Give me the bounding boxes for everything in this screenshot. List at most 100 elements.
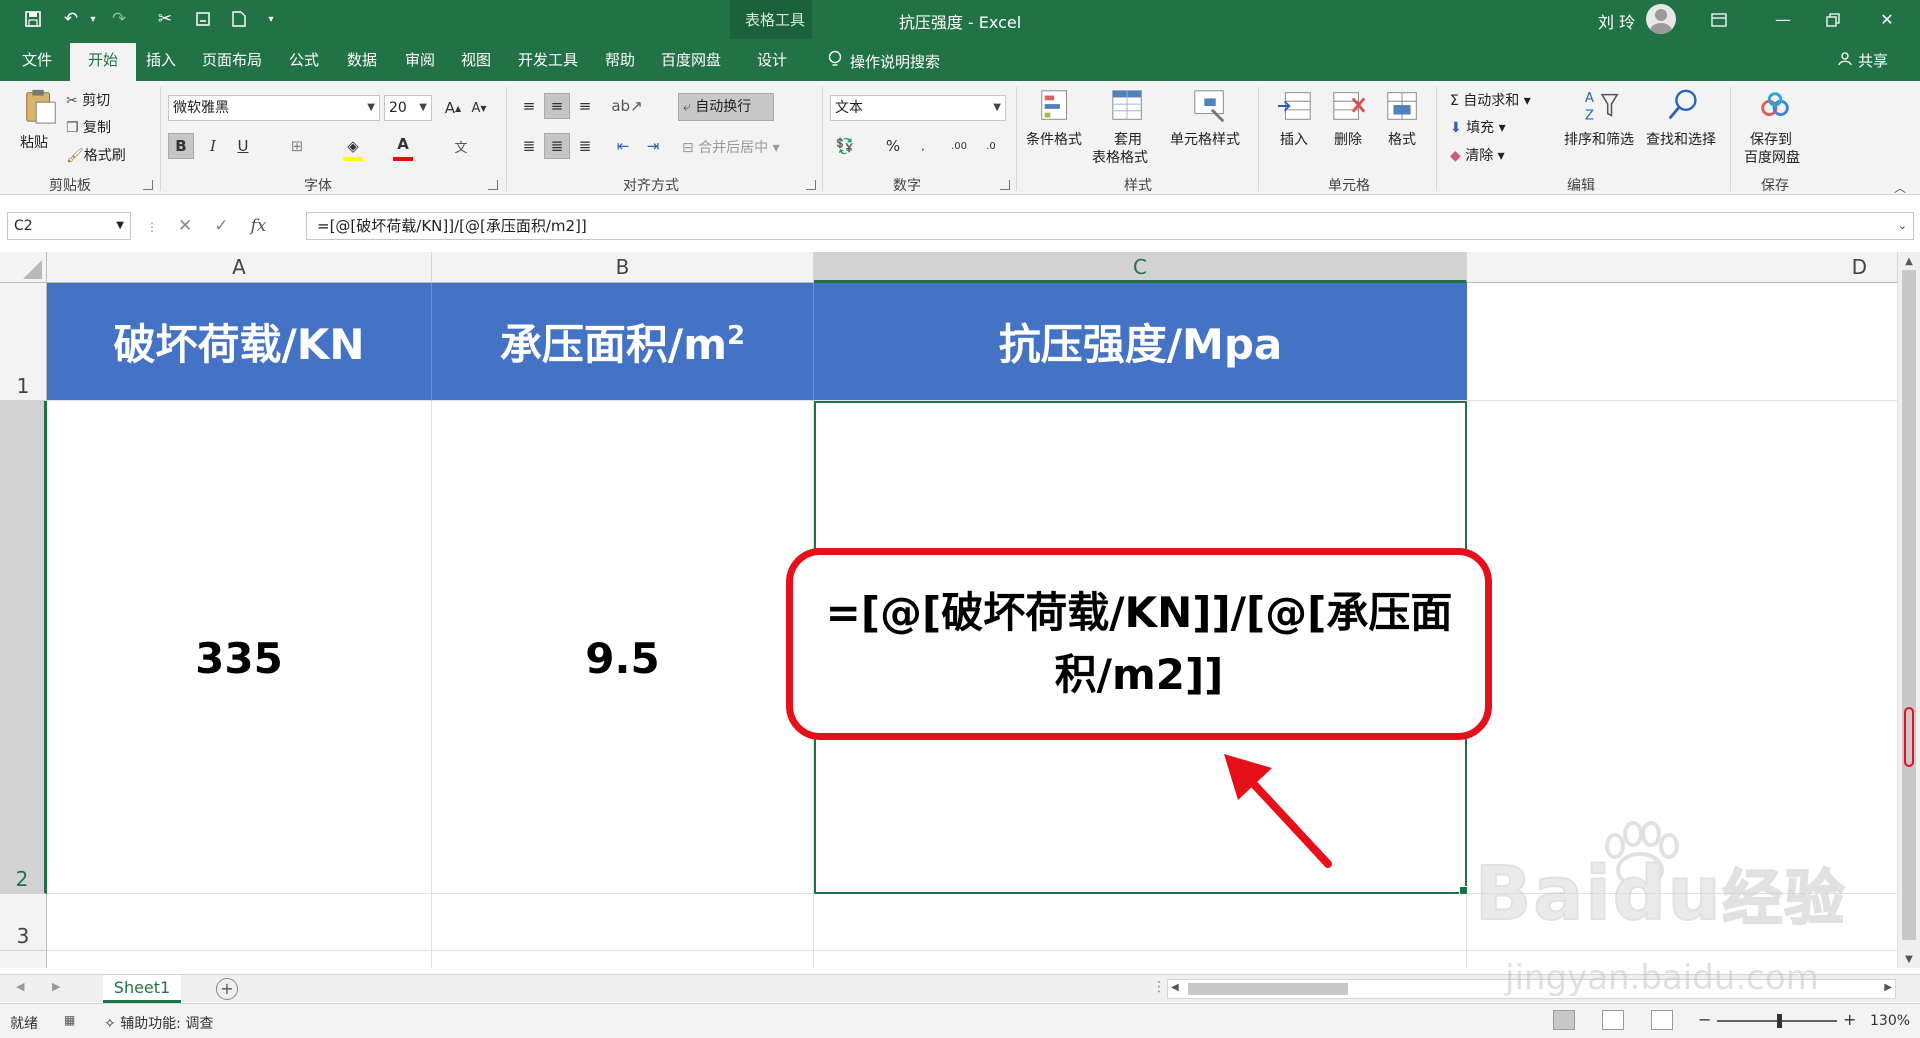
formula-input[interactable]: =[@[破坏荷载/KN]]/[@[承压面积/m2]] ⌄ — [306, 212, 1914, 240]
name-box[interactable]: C2 ▼ — [7, 212, 131, 240]
macro-record-icon[interactable]: ▦ — [64, 1013, 75, 1027]
tab-home[interactable]: 开始 — [70, 43, 136, 81]
cell-a3[interactable] — [47, 894, 432, 951]
column-header-a[interactable]: A — [47, 252, 432, 283]
align-middle-icon[interactable]: ≡ — [544, 93, 570, 119]
row-header-1[interactable]: 1 — [0, 283, 47, 401]
cell-d3[interactable] — [1467, 894, 1898, 951]
normal-view-icon[interactable] — [1553, 1010, 1575, 1030]
scroll-down-icon[interactable]: ▼ — [1898, 950, 1920, 968]
tab-insert[interactable]: 插入 — [136, 39, 186, 81]
horizontal-scrollbar[interactable]: ◀ ▶ — [1167, 979, 1896, 999]
tab-data[interactable]: 数据 — [336, 39, 388, 81]
cell-c4[interactable] — [814, 951, 1467, 968]
row-header-2[interactable]: 2 — [0, 401, 47, 894]
find-select-button[interactable]: 查找和选择 — [1644, 87, 1724, 167]
fill-color-icon[interactable]: ◈ — [340, 133, 366, 159]
font-size-select[interactable]: 20 ▼ — [384, 95, 432, 121]
increase-decimal-icon[interactable]: .00 — [946, 133, 972, 159]
format-painter-button[interactable]: 🖌格式刷 — [66, 145, 126, 165]
tab-page-layout[interactable]: 页面布局 — [192, 39, 272, 81]
save-icon[interactable] — [20, 6, 46, 32]
number-format-select[interactable]: 文本 ▼ — [830, 95, 1006, 121]
insert-cells-button[interactable]: 插入 — [1270, 87, 1320, 167]
align-right-icon[interactable]: ≣ — [572, 133, 598, 159]
scroll-up-icon[interactable]: ▲ — [1898, 252, 1920, 270]
bold-button[interactable]: B — [168, 133, 194, 159]
align-center-icon[interactable]: ≣ — [544, 133, 570, 159]
close-icon[interactable]: ✕ — [1864, 0, 1910, 39]
tab-split-handle[interactable]: ⋮ — [1152, 979, 1166, 995]
horizontal-scroll-thumb[interactable] — [1188, 983, 1348, 995]
italic-button[interactable]: I — [200, 133, 226, 159]
align-left-icon[interactable]: ≣ — [516, 133, 542, 159]
tab-design[interactable]: 设计 — [742, 39, 802, 81]
cell-d2[interactable] — [1467, 401, 1898, 894]
sheet-tab-sheet1[interactable]: Sheet1 — [103, 975, 181, 1003]
redo-icon[interactable]: ↷ — [106, 6, 132, 32]
percent-button[interactable]: % — [880, 133, 906, 159]
cell-styles-button[interactable]: 单元格样式 — [1168, 87, 1252, 167]
cut-button[interactable]: ✂ 剪切 — [66, 90, 110, 110]
currency-icon[interactable]: 💱 — [832, 133, 858, 159]
phonetic-icon[interactable]: 文 — [448, 133, 474, 159]
undo-dropdown-icon[interactable]: ▾ — [80, 6, 106, 32]
avatar[interactable] — [1646, 4, 1676, 34]
format-as-table-button[interactable]: 套用 表格格式 — [1090, 87, 1164, 167]
tab-file[interactable]: 文件 — [10, 39, 64, 81]
increase-font-icon[interactable]: A ▲ — [440, 95, 466, 121]
zoom-level[interactable]: 130% — [1870, 1013, 1910, 1029]
decrease-font-icon[interactable]: A ▼ — [466, 95, 492, 121]
tab-developer[interactable]: 开发工具 — [508, 39, 588, 81]
add-sheet-icon[interactable]: + — [216, 978, 238, 1000]
cell-d1[interactable] — [1467, 283, 1898, 401]
sort-filter-button[interactable]: AZ 排序和筛选 — [1562, 87, 1642, 167]
select-all-corner[interactable] — [0, 252, 47, 283]
cell-c1[interactable]: 抗压强度/Mpa — [814, 283, 1467, 401]
zoom-slider-thumb[interactable] — [1777, 1014, 1782, 1028]
clear-button[interactable]: ◆ 清除 ▾ — [1450, 145, 1505, 165]
delete-cells-button[interactable]: 删除 — [1324, 87, 1374, 167]
alignment-launcher-icon[interactable] — [806, 180, 816, 190]
tab-view[interactable]: 视图 — [450, 39, 502, 81]
align-top-icon[interactable]: ≡ — [516, 93, 542, 119]
new-file-icon[interactable] — [226, 6, 252, 32]
tab-help[interactable]: 帮助 — [594, 39, 646, 81]
decrease-decimal-icon[interactable]: .0 — [978, 133, 1004, 159]
vertical-scrollbar[interactable]: ▲ ▼ — [1898, 252, 1920, 968]
row-header-3[interactable]: 3 — [0, 894, 47, 951]
tab-formulas[interactable]: 公式 — [278, 39, 330, 81]
borders-icon[interactable]: ⊞ — [284, 133, 310, 159]
user-name[interactable]: 刘 玲 — [1598, 9, 1635, 33]
font-color-button[interactable]: A — [390, 131, 416, 157]
cell-c3[interactable] — [814, 894, 1467, 951]
tell-me-search[interactable]: 操作说明搜索 — [828, 50, 940, 72]
scroll-right-icon[interactable]: ▶ — [1884, 982, 1892, 993]
scroll-left-icon[interactable]: ◀ — [1171, 982, 1179, 993]
wrap-text-button[interactable]: ⤶ 自动换行 — [678, 93, 774, 121]
save-to-baidu-button[interactable]: 保存到 百度网盘 — [1740, 87, 1810, 167]
decrease-indent-icon[interactable]: ⇤ — [610, 133, 636, 159]
cut-quick-icon[interactable]: ✂ — [152, 6, 178, 32]
share-button[interactable]: 共享 — [1838, 50, 1888, 71]
cancel-icon[interactable]: ✕ — [178, 216, 192, 236]
format-cells-button[interactable]: 格式 — [1378, 87, 1428, 167]
cell-a2[interactable]: 335 — [47, 401, 432, 894]
font-name-select[interactable]: 微软雅黑 ▼ — [168, 95, 380, 121]
cell-a1[interactable]: 破坏荷载/KN — [47, 283, 432, 401]
fill-handle[interactable] — [1459, 886, 1468, 895]
cell-b2[interactable]: 9.5 — [432, 401, 814, 894]
copy-button[interactable]: ❐ 复制 — [66, 117, 111, 137]
page-layout-view-icon[interactable] — [1602, 1010, 1624, 1030]
zoom-out-icon[interactable]: − — [1698, 1010, 1711, 1029]
autosum-button[interactable]: Σ 自动求和 ▾ — [1450, 90, 1531, 110]
cell-d4[interactable] — [1467, 951, 1898, 968]
page-break-view-icon[interactable] — [1651, 1010, 1673, 1030]
orientation-icon[interactable]: ab↗ — [611, 93, 642, 119]
next-sheet-icon[interactable]: ▶ — [52, 980, 60, 993]
column-header-b[interactable]: B — [432, 252, 814, 283]
print-preview-icon[interactable] — [190, 6, 216, 32]
minimize-icon[interactable]: — — [1760, 0, 1806, 39]
conditional-formatting-button[interactable]: 条件格式 — [1024, 87, 1090, 167]
customize-qat-icon[interactable]: ▾ — [258, 6, 284, 32]
